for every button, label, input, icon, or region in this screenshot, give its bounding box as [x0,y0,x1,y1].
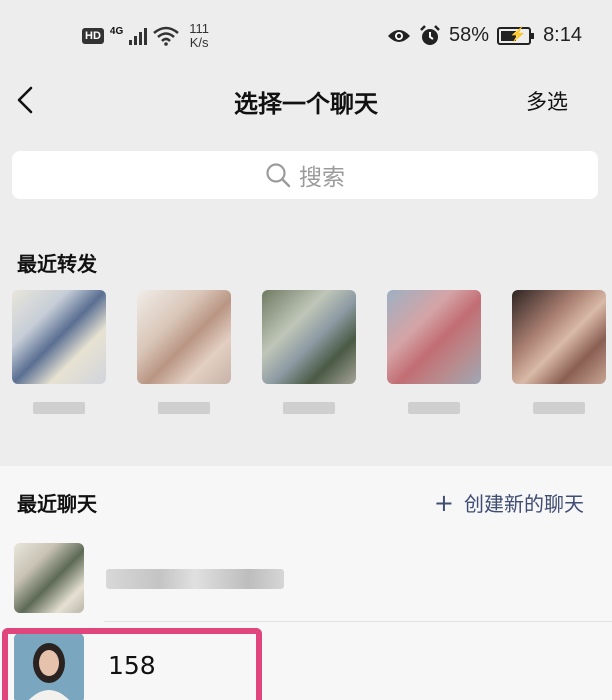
avatar [512,290,606,384]
divider [104,621,612,622]
status-bar: HD 4G 111 K/s 58% ⚡ 8:14 [0,0,612,72]
hd-badge: HD [82,28,104,44]
recent-chats-panel: 最近聊天 + 创建新的聊天 158 [0,466,612,700]
contact-name-redacted [33,402,85,414]
network-type: 4G [109,26,124,37]
avatar [14,633,84,700]
search-input[interactable]: 搜索 [12,151,598,199]
charging-icon: ⚡ [509,25,527,42]
alarm-icon [420,24,440,45]
create-new-chat-button[interactable]: + 创建新的聊天 [434,488,584,517]
contact-name-redacted [283,402,335,414]
chat-name-redacted [106,569,284,589]
chat-row[interactable]: 158 [0,626,612,700]
plus-icon: + [433,488,454,517]
network-speed: 111 K/s [189,22,209,50]
recent-forward-item[interactable] [387,290,481,414]
page-title: 选择一个聊天 [234,90,378,118]
recent-forward-item[interactable] [262,290,356,414]
recent-forward-item[interactable] [137,290,231,414]
avatar [12,290,106,384]
contact-name-redacted [158,402,210,414]
back-arrow-icon [17,86,33,114]
battery-percent: 58% [449,24,490,46]
recent-forwards-label: 最近转发 [17,252,97,276]
wifi-icon [153,26,180,46]
chat-row[interactable] [0,536,612,620]
avatar [137,290,231,384]
nav-bar: 选择一个聊天 多选 [0,72,612,128]
back-button[interactable] [14,80,36,116]
signal-icon [129,27,148,45]
status-left: HD 4G 111 K/s [82,22,209,50]
search-placeholder: 搜索 [299,165,345,191]
speed-value: 111 [189,21,209,36]
avatar [262,290,356,384]
recent-forward-item[interactable] [512,290,606,414]
recent-forward-item[interactable] [12,290,106,414]
recent-forwards-list [0,290,612,430]
eye-icon [388,29,411,42]
clock: 8:14 [543,24,582,46]
avatar [14,543,84,613]
contact-name-redacted [408,402,460,414]
avatar-photo [14,633,84,700]
search-icon [266,163,291,188]
speed-unit: K/s [189,35,209,50]
recent-chats-label: 最近聊天 [17,492,97,516]
multi-select-button[interactable]: 多选 [526,86,568,116]
battery-icon: ⚡ [497,25,535,45]
contact-name-redacted [533,402,585,414]
chat-name: 158 [108,651,156,680]
create-new-chat-label: 创建新的聊天 [464,492,584,516]
avatar [387,290,481,384]
status-right: 58% ⚡ 8:14 [387,24,582,47]
